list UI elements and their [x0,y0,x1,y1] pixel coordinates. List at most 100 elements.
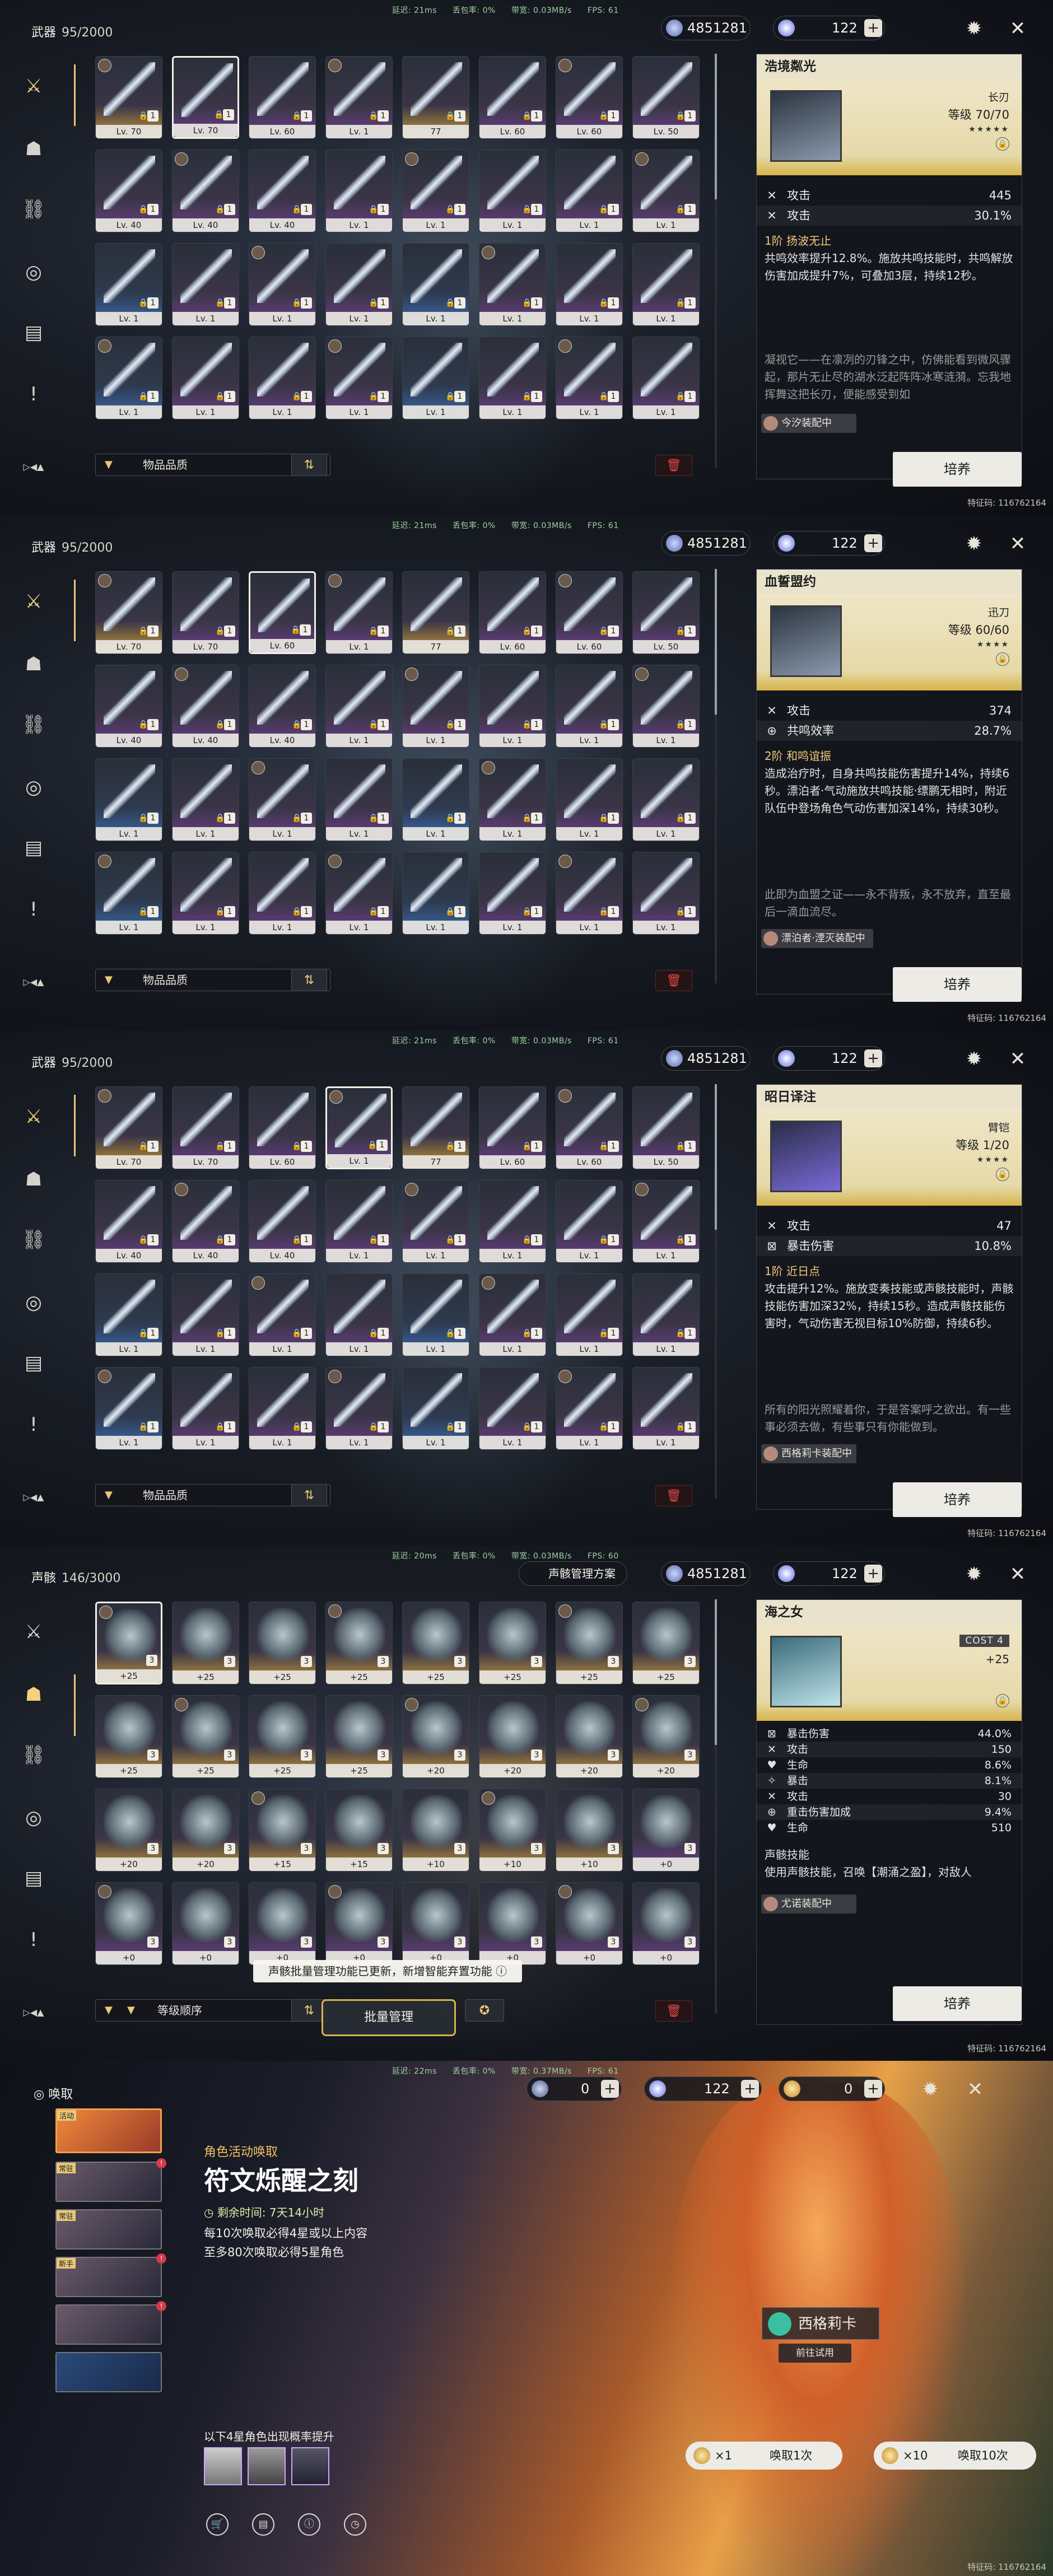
scrollbar[interactable] [715,1599,717,2014]
weapon-item[interactable]: 1 🔒 Lv. 1 [249,337,316,419]
weapon-item[interactable]: 1 🔒 Lv. 50 [632,571,700,654]
weapon-item[interactable]: 1 🔒 Lv. 1 [556,852,623,935]
weapon-item[interactable]: 1 🔒 Lv. 40 [249,665,316,748]
close-icon[interactable]: ✕ [1006,1047,1029,1071]
mask-icon[interactable]: ☗ [20,1166,47,1193]
weapon-item[interactable]: 1 🔒 Lv. 40 [172,1180,239,1263]
echo-item[interactable]: 3 +15 [325,1789,393,1872]
weapon-item[interactable]: 1 🔒 77 [402,1086,469,1169]
weapon-item[interactable]: 1 🔒 Lv. 70 [95,1086,162,1169]
info-icon[interactable]: ⓘ [298,2513,320,2536]
weapon-item[interactable]: 1 🔒 Lv. 50 [632,1086,700,1169]
weapon-item[interactable]: 1 🔒 Lv. 1 [479,758,546,841]
banner-tab[interactable]: 活动 [55,2108,162,2153]
sort-button[interactable]: ⇅ [291,454,327,476]
quest-icon[interactable]: ! [20,1411,47,1438]
chain-icon[interactable]: ⛓ [20,1742,47,1768]
weapon-item[interactable]: 1 🔒 Lv. 40 [95,1180,162,1263]
develop-button[interactable]: 培养 [893,452,1022,487]
echo-item[interactable]: 3 +10 [556,1789,623,1872]
backpack-icon[interactable]: ▤ [20,319,47,346]
add-lustrous-button[interactable]: + [601,2080,619,2098]
lock-icon[interactable]: 🔒 [996,1694,1009,1707]
weapon-item[interactable]: 1 🔒 Lv. 1 [325,150,393,232]
weapon-item[interactable]: 1 🔒 Lv. 1 [479,1273,546,1356]
weapon-item[interactable]: 1 🔒 Lv. 1 [402,852,469,935]
weapon-item[interactable]: 1 🔒 Lv. 1 [172,337,239,419]
banner-tab[interactable]: 常驻 [55,2209,162,2250]
weapon-item[interactable]: 1 🔒 Lv. 70 [95,56,162,139]
weapon-item[interactable]: 1 🔒 Lv. 1 [402,1367,469,1450]
scrollbar-thumb[interactable] [715,54,717,199]
close-icon[interactable]: ✕ [1006,1562,1029,1586]
weapon-item[interactable]: 1 🔒 Lv. 1 [325,1367,393,1450]
weapon-item[interactable]: 1 🔒 Lv. 60 [479,56,546,139]
echo-item[interactable]: 3 +15 [249,1789,316,1872]
weapon-item[interactable]: 1 🔒 Lv. 1 [325,852,393,935]
weapon-item[interactable]: 1 🔒 Lv. 1 [249,1273,316,1356]
weapon-item[interactable]: 1 🔒 Lv. 60 [556,571,623,654]
close-icon[interactable]: ✕ [1006,532,1029,556]
weapon-item[interactable]: 1 🔒 Lv. 1 [479,243,546,326]
weapon-item[interactable]: 1 🔒 Lv. 1 [172,1367,239,1450]
rateup-character[interactable] [248,2447,286,2485]
weapon-item[interactable]: 1 🔒 Lv. 70 [95,571,162,654]
weapon-item[interactable]: 1 🔒 Lv. 1 [172,1273,239,1356]
weapon-item[interactable]: 1 🔒 Lv. 1 [95,243,162,326]
echo-item[interactable]: 3 +0 [249,1882,316,1965]
weapon-item[interactable]: 1 🔒 Lv. 60 [479,571,546,654]
weapon-item[interactable]: 1 🔒 Lv. 1 [249,243,316,326]
weapon-item[interactable]: 1 🔒 Lv. 1 [325,243,393,326]
weapon-item[interactable]: 1 🔒 Lv. 1 [556,337,623,419]
weapon-item[interactable]: 1 🔒 Lv. 1 [632,1180,700,1263]
develop-button[interactable]: 培养 [893,1986,1022,2021]
weapon-item[interactable]: 1 🔒 Lv. 1 [402,665,469,748]
chain-icon[interactable]: ⛓ [20,196,47,223]
weapon-item[interactable]: 1 🔒 Lv. 60 [249,1086,316,1169]
mask-icon[interactable]: ☗ [20,1681,47,1708]
weapon-item[interactable]: 1 🔒 Lv. 1 [95,1273,162,1356]
weapon-item[interactable]: 1 🔒 Lv. 1 [95,852,162,935]
add-astrite-button[interactable]: + [864,534,882,552]
close-icon[interactable]: ✕ [963,2078,987,2101]
more-icon[interactable]: ▷◀▲ [20,454,47,480]
pull-1-button[interactable]: ×1 唤取1次 [686,2442,842,2470]
quest-icon[interactable]: ! [20,1926,47,1953]
echo-item[interactable]: 3 +25 [172,1695,239,1778]
echo-item[interactable]: 3 +25 [95,1602,162,1684]
echo-item[interactable]: 3 +20 [632,1695,700,1778]
trash-button[interactable]: 🗑 [655,455,692,476]
weapon-item[interactable]: 1 🔒 77 [402,571,469,654]
weapon-item[interactable]: 1 🔒 Lv. 40 [172,150,239,232]
weapon-item[interactable]: 1 🔒 Lv. 40 [95,665,162,748]
weapon-item[interactable]: 1 🔒 Lv. 60 [249,56,316,139]
weapon-item[interactable]: 1 🔒 Lv. 1 [249,852,316,935]
trash-button[interactable]: 🗑 [655,970,692,991]
weapon-item[interactable]: 1 🔒 Lv. 1 [249,1367,316,1450]
weapon-item[interactable]: 1 🔒 Lv. 1 [325,1180,393,1263]
chain-icon[interactable]: ⛓ [20,711,47,738]
lock-icon[interactable]: 🔒 [996,137,1009,151]
more-icon[interactable]: ▷◀▲ [20,969,47,996]
echo-item[interactable]: 3 +20 [95,1789,162,1872]
weapon-item[interactable]: 1 🔒 Lv. 70 [172,1086,239,1169]
sword-icon[interactable]: ⚔ [20,1103,47,1130]
weapon-item[interactable]: 1 🔒 Lv. 60 [556,1086,623,1169]
weapon-item[interactable]: 1 🔒 Lv. 1 [632,243,700,326]
echo-item[interactable]: 3 +25 [556,1602,623,1684]
weapon-item[interactable]: 1 🔒 Lv. 50 [632,56,700,139]
echo-item[interactable]: 3 +20 [402,1695,469,1778]
add-astrite-button[interactable]: + [741,2080,759,2098]
weapon-item[interactable]: 1 🔒 Lv. 1 [172,852,239,935]
weapon-item[interactable]: 1 🔒 Lv. 60 [556,56,623,139]
weapon-item[interactable]: 1 🔒 Lv. 1 [172,243,239,326]
weapon-item[interactable]: 1 🔒 Lv. 1 [402,758,469,841]
weapon-item[interactable]: 1 🔒 Lv. 1 [632,758,700,841]
scrollbar-thumb[interactable] [715,569,717,715]
backpack-icon[interactable]: ▤ [20,834,47,861]
cart-icon[interactable]: 🛒 [206,2513,229,2536]
quest-icon[interactable]: ! [20,896,47,923]
banner-tab[interactable]: 新手! [55,2253,166,2297]
mask-icon[interactable]: ☗ [20,136,47,162]
lock-icon[interactable]: 🔒 [996,652,1009,666]
